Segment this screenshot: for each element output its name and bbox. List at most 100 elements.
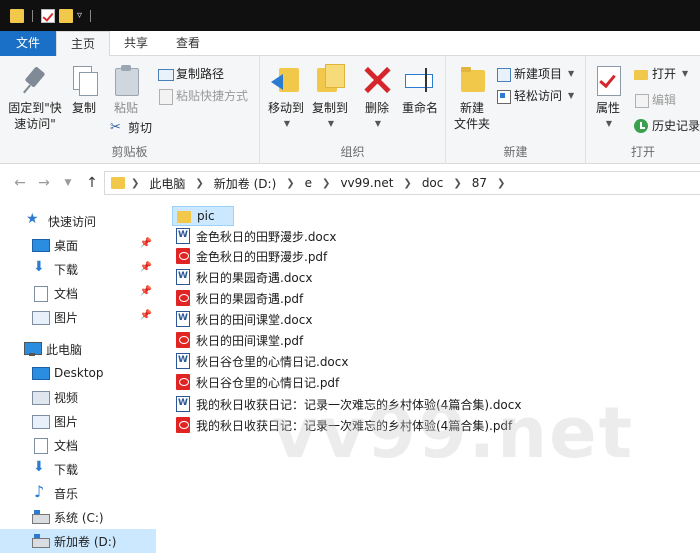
back-arrow-icon[interactable]: ← [8,175,32,191]
tab-view[interactable]: 查看 [162,31,214,56]
chevron-right-icon[interactable]: ❯ [322,178,330,189]
pin-label-1: 固定到"快 [8,101,62,115]
nav-label: 快速访问 [48,214,97,229]
paste-shortcut-button[interactable]: 粘贴快捷方式 [158,86,248,106]
new-folder-button[interactable]: 新建 文件夹 [450,64,494,132]
nav-this-pc[interactable]: 此电脑 [0,337,160,361]
nav-label: 新加卷 (D:) [54,534,117,549]
nav-item-documents[interactable]: 文档 [0,433,160,457]
drive-icon [32,534,50,548]
list-item[interactable]: 秋日的田间课堂.docx [172,309,316,329]
cut-button[interactable]: 剪切 [110,118,152,138]
pin-icon[interactable]: 📌 [140,286,152,297]
tab-file[interactable]: 文件 [0,31,56,56]
list-item[interactable]: 秋日的果园奇遇.pdf [172,288,307,308]
folder-icon[interactable] [10,8,24,23]
separator [32,9,33,22]
tab-home[interactable]: 主页 [56,31,111,57]
history-button[interactable]: 历史记录 [634,116,700,136]
breadcrumb-vv99[interactable]: vv99.net [340,176,393,190]
ribbon-tabs: 文件 主页 共享 查看 [0,31,700,57]
edit-button[interactable]: 编辑 [634,90,676,110]
pin-quick-access-button[interactable]: 固定到"快 速访问" [6,64,64,132]
chevron-right-icon[interactable]: ❯ [497,178,505,189]
breadcrumb-87[interactable]: 87 [472,176,487,190]
pin-icon[interactable]: 📌 [140,238,152,249]
copy-to-button[interactable]: 复制到 ▼ [308,64,352,132]
word-document-icon [176,228,190,244]
document-icon [32,438,48,454]
copy-button[interactable]: 复制 [68,64,100,116]
move-to-button[interactable]: 移动到 ▼ [264,64,308,132]
new-folder-label-2: 文件夹 [453,117,490,131]
list-item[interactable]: 秋日谷仓里的心情日记.pdf [172,372,343,392]
nav-item-desktop-quick[interactable]: 桌面 📌 [0,233,160,257]
move-to-label: 移动到 [267,101,304,115]
new-item-button[interactable]: 新建项目 ▼ [496,64,574,84]
rename-icon [405,64,435,96]
nav-label: 音乐 [54,486,79,501]
properties-button[interactable]: 属性 ▼ [590,64,626,132]
nav-item-downloads[interactable]: 下载 [0,457,160,481]
copy-to-label: 复制到 [311,101,348,115]
list-item[interactable]: 秋日的田间课堂.pdf [172,330,307,350]
chevron-right-icon[interactable]: ❯ [131,178,139,189]
nav-item-drive-d[interactable]: 新加卷 (D:) [0,529,156,553]
nav-item-desktop[interactable]: Desktop [0,361,160,385]
paste-button[interactable]: 粘贴 [110,64,142,116]
file-name: 秋日的田间课堂.docx [196,312,313,327]
pin-icon[interactable]: 📌 [140,310,152,321]
breadcrumb-doc[interactable]: doc [422,176,444,190]
easy-access-label: 轻松访问 [514,89,563,103]
rename-button[interactable]: 重命名 [398,64,442,116]
list-item[interactable]: 秋日的果园奇遇.docx [172,267,316,287]
list-item[interactable]: pic [172,206,234,226]
chevron-right-icon[interactable]: ❯ [286,178,294,189]
history-icon [634,119,648,133]
nav-item-pictures-quick[interactable]: 图片 📌 [0,305,160,329]
chevron-down-icon: ▼ [374,119,382,128]
chevron-down-icon: ▼ [568,91,575,100]
paste-shortcut-label: 粘贴快捷方式 [176,89,249,103]
tab-share[interactable]: 共享 [110,31,162,56]
open-button[interactable]: 打开 ▼ [634,64,688,84]
up-arrow-icon[interactable]: ↑ [80,175,104,191]
word-document-icon [176,269,190,285]
easy-access-button[interactable]: 轻松访问 ▼ [496,86,574,106]
star-icon [26,211,42,228]
list-item[interactable]: 金色秋日的田野漫步.docx [172,226,340,246]
nav-item-music[interactable]: 音乐 [0,481,160,505]
delete-button[interactable]: 删除 ▼ [362,64,392,132]
nav-item-videos[interactable]: 视频 [0,385,160,409]
forward-arrow-icon[interactable]: → [32,175,56,191]
nav-item-documents-quick[interactable]: 文档 📌 [0,281,160,305]
breadcrumb-this-pc[interactable]: 此电脑 [149,175,185,192]
chevron-down-icon[interactable]: ▿ [77,10,82,21]
new-folder-quick-icon[interactable] [59,8,73,23]
pdf-icon [176,248,190,264]
chevron-right-icon[interactable]: ❯ [195,178,203,189]
copy-path-button[interactable]: 复制路径 [158,64,224,84]
nav-item-downloads-quick[interactable]: 下载 📌 [0,257,160,281]
nav-quick-access[interactable]: 快速访问 [0,209,160,233]
document-icon [32,286,48,302]
organize-group: 移动到 ▼ 复制到 ▼ 删除 ▼ 重命名 组织 [260,56,446,164]
file-name: 金色秋日的田野漫步.pdf [196,249,328,264]
list-item[interactable]: 秋日谷仓里的心情日记.docx [172,351,352,371]
nav-item-pictures[interactable]: 图片 [0,409,160,433]
chevron-right-icon[interactable]: ❯ [453,178,461,189]
chevron-right-icon[interactable]: ❯ [403,178,411,189]
breadcrumb-e[interactable]: e [305,176,312,190]
word-document-icon [176,311,190,327]
list-item[interactable]: 金色秋日的田野漫步.pdf [172,246,331,266]
properties-quick-icon[interactable] [41,8,55,23]
breadcrumb-drive-d[interactable]: 新加卷 (D:) [214,175,276,192]
picture-icon [32,414,50,429]
scissors-icon [110,118,124,138]
nav-label: 文档 [54,438,79,453]
nav-item-drive-c[interactable]: 系统 (C:) [0,505,160,529]
address-bar[interactable]: ❯ 此电脑 ❯ 新加卷 (D:) ❯ e ❯ vv99.net ❯ doc ❯ … [104,171,700,195]
file-name: 秋日谷仓里的心情日记.pdf [196,375,340,390]
pin-icon[interactable]: 📌 [140,262,152,273]
recent-chevron-down-icon[interactable]: ▼ [56,178,80,188]
